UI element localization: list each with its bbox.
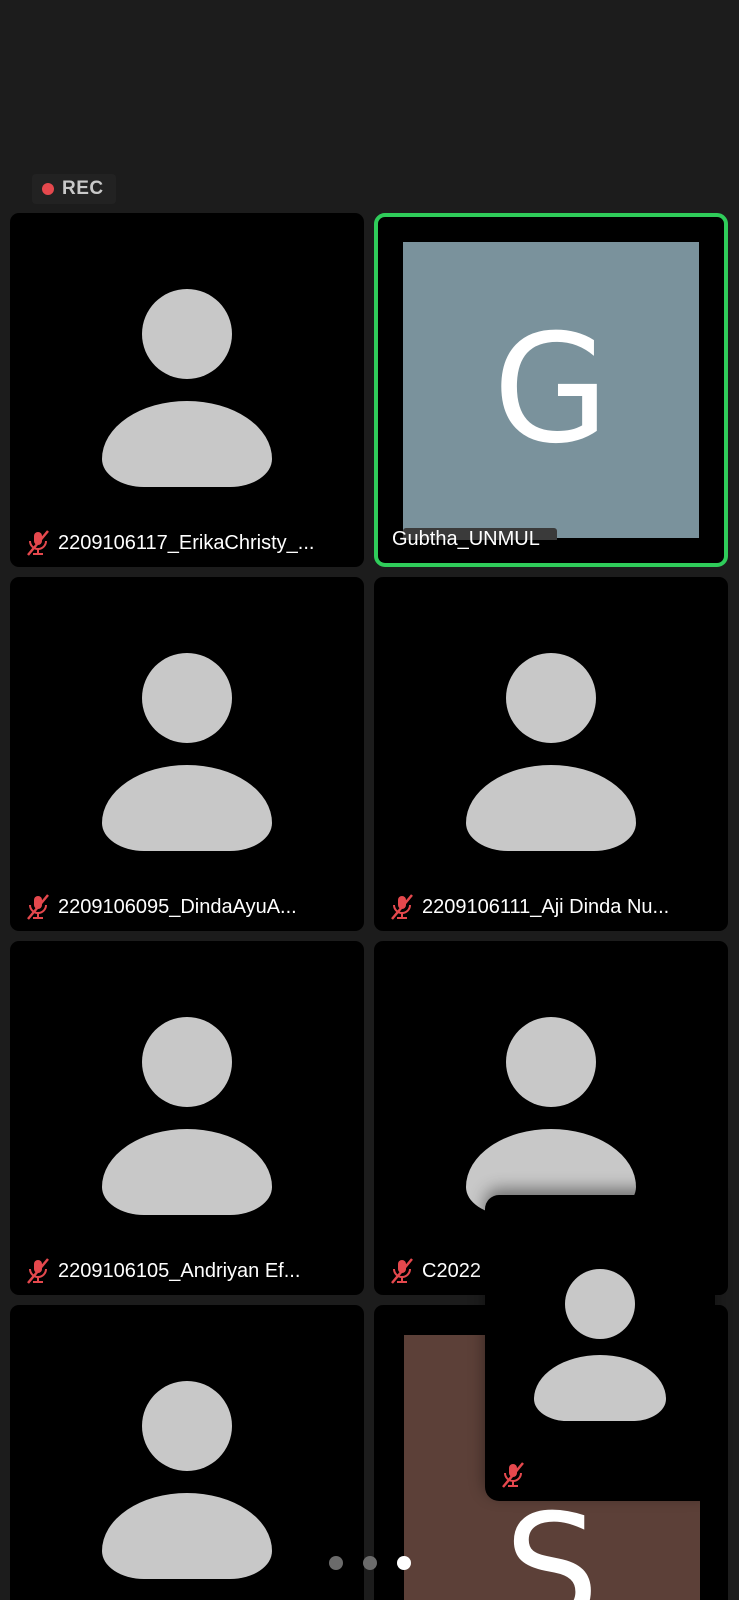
avatar-body	[102, 1129, 272, 1215]
avatar-head	[142, 1017, 232, 1107]
avatar-body	[534, 1355, 666, 1421]
muted-mic-icon	[502, 1462, 524, 1488]
avatar-body	[102, 401, 272, 487]
avatar-head	[142, 653, 232, 743]
page-dot-3[interactable]	[396, 1556, 411, 1570]
participant-tile[interactable]: 2209106111_Aji Dinda Nu...	[374, 577, 728, 931]
participant-tile[interactable]: 2209106117_ErikaChristy_...	[10, 213, 364, 567]
participant-tile[interactable]: 2209106105_Andriyan Ef...	[10, 941, 364, 1295]
avatar-body	[466, 765, 636, 851]
page-dot-2[interactable]	[362, 1556, 377, 1570]
participant-name: 2209106095_DindaAyuA...	[58, 895, 297, 918]
participant-name-bar: Gubtha_UNMUL	[392, 525, 710, 553]
participant-name-bar: 2209106105_Andriyan Ef...	[24, 1257, 350, 1285]
avatar-head	[565, 1269, 635, 1339]
muted-mic-icon	[27, 1258, 49, 1284]
participant-tile-active-speaker[interactable]: G Gubtha_UNMUL	[374, 213, 728, 567]
avatar-head	[142, 1381, 232, 1471]
participant-name-bar: 2209106111_Aji Dinda Nu...	[388, 893, 714, 921]
participant-name: Gubtha_UNMUL	[392, 527, 540, 550]
participant-name: 2209106111_Aji Dinda Nu...	[422, 895, 670, 918]
participant-tile[interactable]: 2209106095_DindaAyuA...	[10, 577, 364, 931]
muted-mic-icon	[27, 894, 49, 920]
avatar-letter-box: G	[403, 242, 699, 538]
avatar-letter: S	[504, 1483, 600, 1600]
muted-mic-icon	[391, 1258, 413, 1284]
participant-name: 2209106117_ErikaChristy_...	[58, 531, 315, 554]
avatar-head	[506, 1017, 596, 1107]
page-dot-1[interactable]	[328, 1556, 343, 1570]
self-view-pip[interactable]	[485, 1195, 715, 1501]
recording-indicator: REC	[32, 174, 116, 204]
participant-name: C2022	[422, 1259, 481, 1282]
avatar-letter: G	[492, 303, 610, 477]
participant-name-bar: 2209106117_ErikaChristy_...	[24, 529, 350, 557]
participant-name-bar: 2209106095_DindaAyuA...	[24, 893, 350, 921]
avatar-head	[506, 653, 596, 743]
recording-dot-icon	[42, 183, 54, 195]
avatar-body	[102, 765, 272, 851]
participant-name: 2209106105_Andriyan Ef...	[58, 1259, 301, 1282]
avatar-head	[142, 289, 232, 379]
recording-label: REC	[62, 178, 104, 199]
muted-mic-icon	[27, 530, 49, 556]
page-indicator[interactable]	[0, 1556, 739, 1570]
muted-mic-icon	[391, 894, 413, 920]
